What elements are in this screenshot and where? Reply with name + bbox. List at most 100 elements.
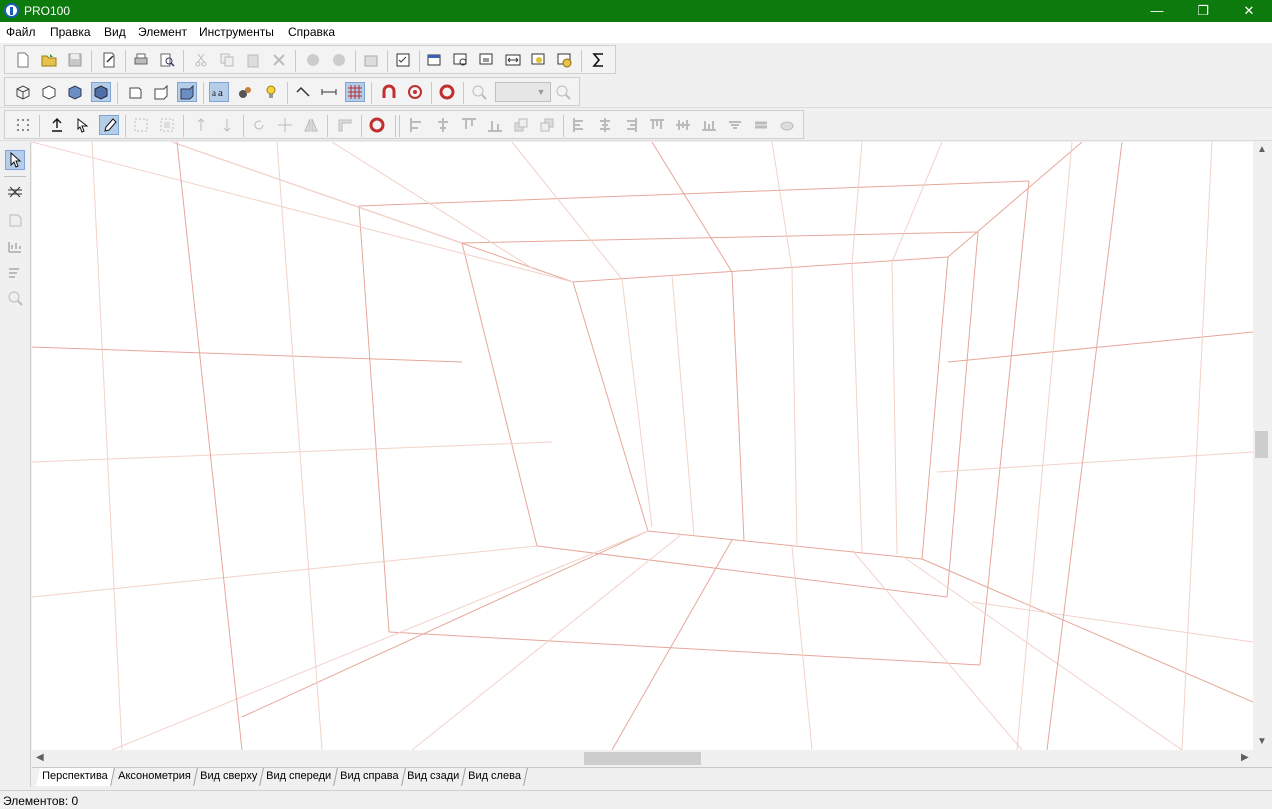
edit-list-icon[interactable] [5,262,25,282]
horizontal-scrollbar[interactable]: ◀ ▶ [32,750,1253,767]
send-back-icon[interactable] [537,115,557,135]
dimension-icon[interactable] [319,82,339,102]
lifebuoy-icon[interactable] [367,115,387,135]
distribute-right-icon[interactable] [621,115,641,135]
cut-icon[interactable] [191,50,211,70]
hatch-icon[interactable] [5,182,25,202]
distribute-center-icon[interactable] [595,115,615,135]
sort-icon[interactable] [725,115,745,135]
window-size-icon[interactable] [503,50,523,70]
chevron-down-icon[interactable]: ▼ [533,83,549,101]
distribute-bottom-icon[interactable] [699,115,719,135]
box-icon[interactable] [5,210,25,230]
target-icon[interactable] [405,82,425,102]
open-folder-icon[interactable] [39,50,59,70]
sigma-icon[interactable] [589,50,609,70]
move-down-icon[interactable] [217,115,237,135]
group-icon[interactable] [131,115,151,135]
properties-icon[interactable] [99,50,119,70]
hidden-lines-cube-icon[interactable] [39,82,59,102]
ungroup-icon[interactable] [157,115,177,135]
save-icon[interactable] [65,50,85,70]
insert-element-icon[interactable] [47,115,67,135]
checklist-icon[interactable] [393,50,413,70]
pan-icon[interactable] [777,115,797,135]
rotate-icon[interactable] [249,115,269,135]
scroll-right-icon[interactable]: ▶ [1241,752,1249,763]
distribute-top-icon[interactable] [647,115,667,135]
horizontal-scroll-thumb[interactable] [584,752,701,765]
print-preview-icon[interactable] [157,50,177,70]
restore-button[interactable]: ❐ [1180,0,1226,22]
distribute-left-icon[interactable] [569,115,589,135]
library-icon[interactable] [361,50,381,70]
stack-icon[interactable] [751,115,771,135]
zoom-out-icon[interactable] [469,82,489,102]
zoom-in-icon[interactable] [553,82,573,102]
scroll-left-icon[interactable]: ◀ [36,752,44,763]
window-icon[interactable] [425,50,445,70]
distribute-middle-icon[interactable] [673,115,693,135]
pointer-icon[interactable] [5,150,25,170]
window-list-icon[interactable] [477,50,497,70]
magnet-icon[interactable] [379,82,399,102]
undo-icon[interactable] [303,50,323,70]
window-paint-icon[interactable] [529,50,549,70]
new-file-icon[interactable] [13,50,33,70]
materials-icon[interactable] [235,82,255,102]
grid-icon[interactable] [345,82,365,102]
delete-icon[interactable] [269,50,289,70]
move-cursor-icon[interactable] [73,115,93,135]
tab-left-view[interactable]: Вид слева [462,768,528,786]
tab-axonometry[interactable]: Аксонометрия [112,768,198,786]
select-points-icon[interactable] [13,115,33,135]
magnifier-icon[interactable] [5,288,25,308]
box-solid-icon[interactable] [177,82,197,102]
tab-right-view[interactable]: Вид справа [334,768,406,786]
mirror-icon[interactable] [301,115,321,135]
menu-element[interactable]: Элемент [138,25,187,39]
copy-icon[interactable] [217,50,237,70]
bring-front-icon[interactable] [511,115,531,135]
move-cross-icon[interactable] [275,115,295,135]
solid-cube-icon[interactable] [65,82,85,102]
toolbar-separator [395,115,396,137]
shaded-cube-icon[interactable] [91,82,111,102]
menu-file[interactable]: Файл [6,25,36,39]
move-up-icon[interactable] [191,115,211,135]
menu-view[interactable]: Вид [104,25,126,39]
tab-perspective[interactable]: Перспектива [36,768,115,786]
scroll-up-icon[interactable]: ▲ [1257,144,1267,155]
lifebuoy-icon[interactable] [437,82,457,102]
close-button[interactable]: ✕ [1226,0,1272,22]
align-left-icon[interactable] [407,115,427,135]
vertical-scrollbar[interactable]: ▲ ▼ [1253,142,1272,750]
print-icon[interactable] [131,50,151,70]
vertical-scroll-thumb[interactable] [1255,431,1268,458]
window-search-icon[interactable] [451,50,471,70]
align-center-icon[interactable] [433,115,453,135]
paste-icon[interactable] [243,50,263,70]
light-bulb-icon[interactable] [261,82,281,102]
box-side-icon[interactable] [151,82,171,102]
menu-edit[interactable]: Правка [50,25,91,39]
tab-front-view[interactable]: Вид спереди [260,768,339,786]
window-money-icon[interactable] [555,50,575,70]
menu-help[interactable]: Справка [288,25,335,39]
box-view-icon[interactable] [125,82,145,102]
graph-icon[interactable] [5,236,25,256]
align-top-icon[interactable] [459,115,479,135]
tab-top-view[interactable]: Вид сверху [194,768,265,786]
corner-icon[interactable] [335,115,355,135]
scale-icon[interactable] [293,82,313,102]
redo-icon[interactable] [329,50,349,70]
scroll-down-icon[interactable]: ▼ [1257,736,1267,747]
edit-pencil-icon[interactable] [99,115,119,135]
text-size-icon[interactable]: aa [209,82,229,102]
minimize-button[interactable]: — [1134,0,1180,22]
wireframe-cube-icon[interactable] [13,82,33,102]
align-bottom-icon[interactable] [485,115,505,135]
menu-tools[interactable]: Инструменты [199,25,274,39]
tab-back-view[interactable]: Вид сзади [401,768,467,786]
perspective-viewport[interactable] [32,142,1253,750]
